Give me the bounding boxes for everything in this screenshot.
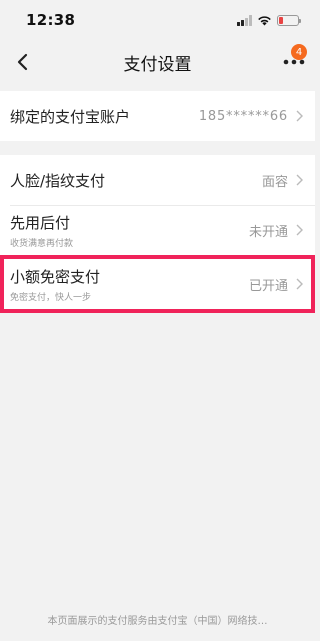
status-icons bbox=[237, 14, 301, 26]
face-fingerprint-pay-label: 人脸/指纹支付 bbox=[10, 171, 106, 190]
page-title: 支付设置 bbox=[123, 54, 192, 75]
chevron-right-icon bbox=[296, 224, 303, 236]
bound-account-value: 185******66 bbox=[198, 108, 288, 124]
small-password-free-pay-label: 小额免密支付 bbox=[10, 267, 101, 286]
small-password-free-pay-row[interactable]: 小额免密支付 免密支付，快人一步 已开通 bbox=[0, 255, 315, 313]
chevron-left-icon bbox=[17, 53, 28, 71]
payment-settings-group: 人脸/指纹支付 面容 先用后付 收货满意再付款 未开通 小额免密支付 免密支付，… bbox=[0, 155, 315, 313]
battery-level bbox=[279, 16, 283, 24]
back-button[interactable] bbox=[8, 48, 36, 76]
chevron-right-icon bbox=[296, 278, 303, 290]
pay-later-value: 未开通 bbox=[248, 224, 288, 240]
account-group: 绑定的支付宝账户 185******66 bbox=[0, 91, 315, 141]
status-time: 12:38 bbox=[26, 11, 76, 29]
face-fingerprint-pay-row[interactable]: 人脸/指纹支付 面容 bbox=[0, 155, 315, 205]
chevron-right-icon bbox=[296, 174, 303, 186]
chevron-right-icon bbox=[296, 110, 303, 122]
nav-bar: 支付设置 4 bbox=[0, 40, 315, 84]
pay-later-subtitle: 收货满意再付款 bbox=[10, 238, 74, 249]
small-password-free-pay-value: 已开通 bbox=[248, 278, 288, 294]
more-button[interactable]: 4 bbox=[279, 44, 309, 76]
status-bar: 12:38 bbox=[0, 0, 315, 40]
footer-disclaimer: 本页面展示的支付服务由支付宝（中国）网络技… bbox=[47, 616, 268, 627]
battery-icon bbox=[277, 14, 301, 26]
pay-later-row[interactable]: 先用后付 收货满意再付款 未开通 bbox=[0, 205, 315, 255]
bound-account-label: 绑定的支付宝账户 bbox=[10, 107, 131, 126]
wifi-icon bbox=[258, 15, 271, 25]
more-dots-icon bbox=[283, 59, 305, 65]
bound-account-row[interactable]: 绑定的支付宝账户 185******66 bbox=[0, 91, 315, 141]
cellular-signal-icon bbox=[237, 14, 252, 26]
pay-later-label: 先用后付 bbox=[10, 213, 71, 232]
face-fingerprint-pay-value: 面容 bbox=[261, 174, 288, 190]
notification-badge: 4 bbox=[291, 44, 307, 60]
small-password-free-pay-subtitle: 免密支付，快人一步 bbox=[10, 292, 92, 303]
